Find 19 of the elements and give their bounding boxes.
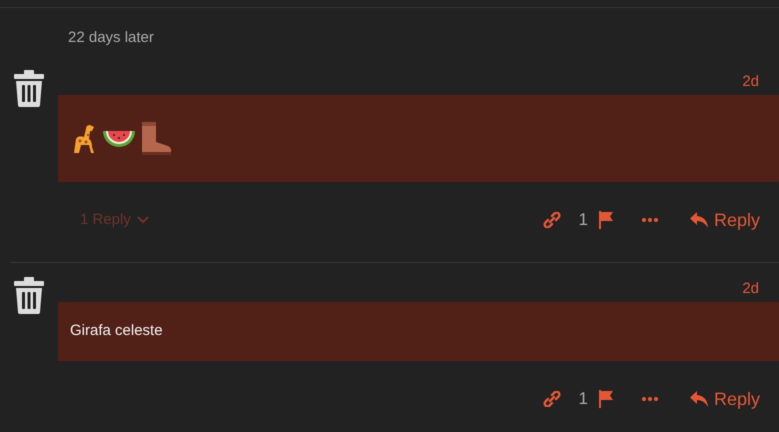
link-icon[interactable]: [542, 212, 560, 228]
link-icon[interactable]: [542, 391, 560, 407]
trash-icon: [14, 70, 44, 107]
reply-arrow-icon: [690, 391, 708, 407]
flag-icon[interactable]: [598, 211, 614, 229]
more-icon[interactable]: [642, 397, 658, 401]
reply-arrow-icon: [690, 212, 708, 228]
more-icon[interactable]: [642, 218, 658, 222]
reply-button[interactable]: Reply: [690, 386, 760, 412]
flag-count-button[interactable]: 1: [578, 207, 614, 233]
post-text: Girafa celeste: [70, 321, 163, 342]
chevron-down-icon: [136, 216, 149, 224]
post-date[interactable]: 2d: [742, 278, 759, 301]
time-gap-notice: 22 days later: [68, 29, 154, 46]
flag-icon[interactable]: [598, 390, 614, 408]
reply-button[interactable]: Reply: [690, 206, 760, 234]
post-date[interactable]: 2d: [742, 71, 759, 94]
trash-icon: [14, 277, 44, 314]
flag-count-button[interactable]: 1: [578, 386, 614, 412]
